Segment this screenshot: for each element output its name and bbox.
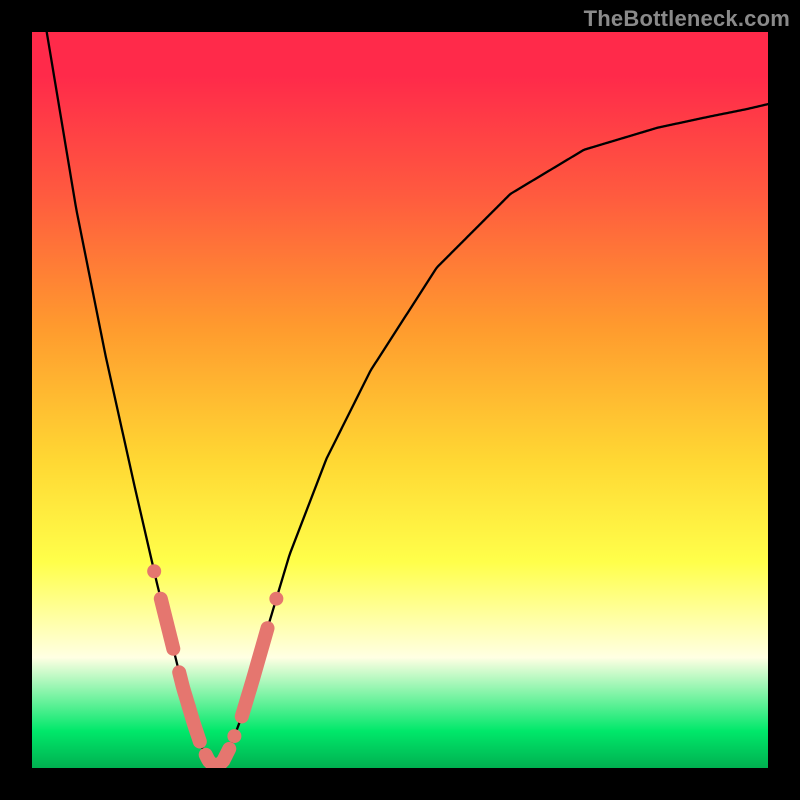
watermark: TheBottleneck.com [584, 6, 790, 32]
curve-markers [32, 32, 768, 768]
plot-area [32, 32, 768, 768]
marker-group [147, 564, 283, 767]
outer-frame: TheBottleneck.com [0, 0, 800, 800]
